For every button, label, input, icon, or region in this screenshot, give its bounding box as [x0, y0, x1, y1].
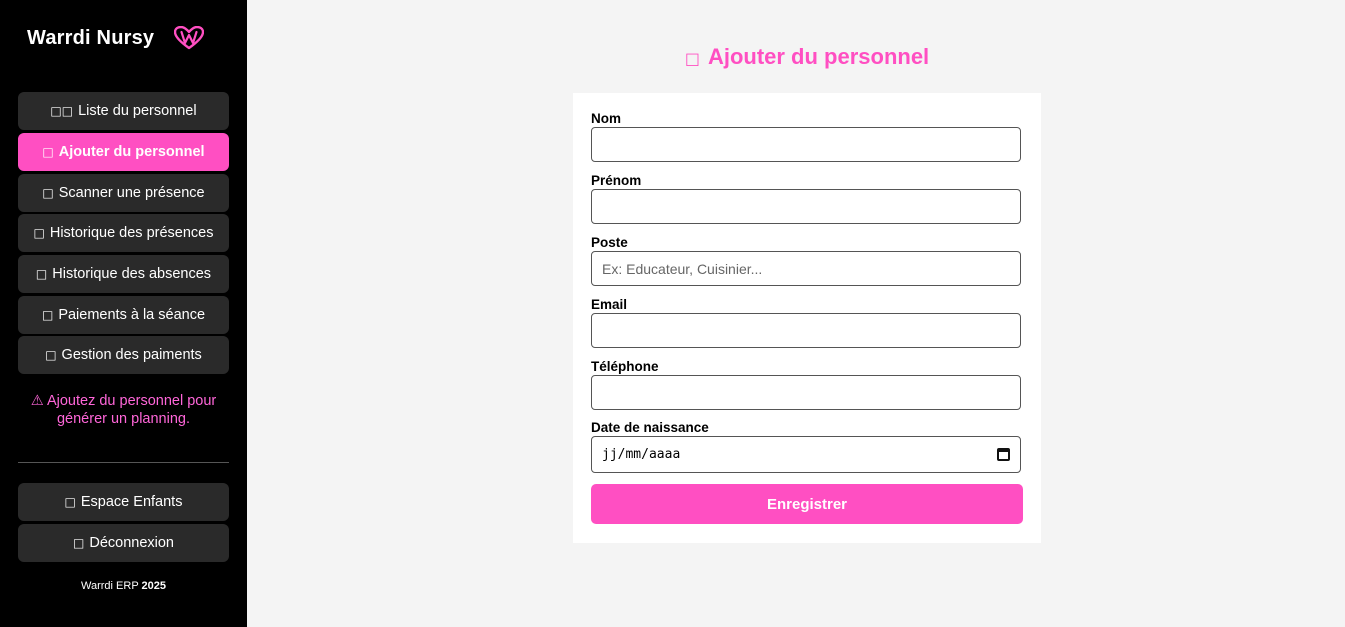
sidebar-divider	[18, 462, 229, 463]
email-label: Email	[591, 297, 628, 312]
sidebar-item-absence-history[interactable]: □ Historique des absences	[18, 255, 229, 293]
absence-icon: □	[35, 267, 48, 281]
logout-icon: □	[73, 536, 85, 550]
planning-warning: ⚠ Ajoutez du personnel pour générer un p…	[18, 392, 229, 428]
sidebar-item-presence-history[interactable]: □ Historique des présences	[18, 214, 229, 252]
payment-icon: □	[41, 308, 54, 322]
sidebar-item-label: Déconnexion	[89, 535, 174, 551]
sidebar-item-label: Gestion des paiments	[61, 347, 202, 363]
sidebar-item-label: Historique des absences	[52, 266, 212, 282]
brand: Warrdi Nursy	[27, 26, 205, 50]
calendar-icon[interactable]	[997, 448, 1010, 461]
birthdate-label: Date de naissance	[591, 420, 709, 435]
email-input[interactable]	[591, 313, 1021, 348]
sidebar-item-label: Scanner une présence	[58, 185, 205, 201]
sidebar-item-label: Liste du personnel	[78, 103, 197, 119]
sidebar-item-payment-management[interactable]: □ Gestion des paiments	[18, 336, 229, 374]
sidebar-item-scan-presence[interactable]: □ Scanner une présence	[18, 174, 229, 212]
nom-input[interactable]	[591, 127, 1021, 162]
warning-icon: ⚠	[30, 393, 44, 409]
prenom-label: Prénom	[591, 173, 642, 188]
save-button[interactable]: Enregistrer	[591, 484, 1023, 524]
birthdate-input[interactable]: jj/mm/aaaa	[591, 436, 1021, 473]
page-title-text: Ajouter du personnel	[707, 44, 930, 69]
page-title: □ Ajouter du personnel	[573, 44, 1041, 70]
children-icon: □	[64, 495, 76, 509]
heart-w-logo-icon	[174, 26, 205, 50]
team-icon: □□	[50, 104, 74, 118]
telephone-input[interactable]	[591, 375, 1021, 410]
sidebar-item-label: Historique des présences	[49, 225, 214, 241]
add-person-icon: □	[684, 49, 700, 68]
add-person-icon: □	[42, 145, 54, 159]
footer-text: Warrdi ERP	[81, 580, 142, 592]
sidebar-item-session-payments[interactable]: □ Paiements à la séance	[18, 296, 229, 334]
sidebar-item-label: Ajouter du personnel	[58, 144, 205, 160]
warning-text: Ajoutez du personnel pour générer un pla…	[46, 393, 217, 427]
history-icon: □	[33, 226, 45, 240]
logout-button[interactable]: □ Déconnexion	[18, 524, 229, 562]
sidebar-item-add-staff[interactable]: □ Ajouter du personnel	[18, 133, 229, 171]
sidebar-item-children-space[interactable]: □ Espace Enfants	[18, 483, 229, 521]
poste-label: Poste	[591, 235, 628, 250]
sidebar: Warrdi Nursy □□ Liste du personnel □ Ajo…	[0, 0, 247, 627]
brand-name: Warrdi Nursy	[27, 26, 155, 49]
footer-year: 2025	[141, 580, 166, 592]
sidebar-item-staff-list[interactable]: □□ Liste du personnel	[18, 92, 229, 130]
poste-input[interactable]	[591, 251, 1021, 286]
payments-management-icon: □	[45, 348, 57, 362]
sidebar-footer: Warrdi ERP 2025	[0, 580, 247, 592]
add-staff-form: Nom Prénom Poste Email Téléphone Date de…	[573, 93, 1041, 543]
telephone-label: Téléphone	[591, 359, 659, 374]
sidebar-item-label: Espace Enfants	[80, 494, 183, 510]
nom-label: Nom	[591, 111, 621, 126]
birthdate-placeholder: jj/mm/aaaa	[602, 447, 681, 462]
sidebar-item-label: Paiements à la séance	[58, 307, 206, 323]
scan-icon: □	[42, 186, 54, 200]
prenom-input[interactable]	[591, 189, 1021, 224]
